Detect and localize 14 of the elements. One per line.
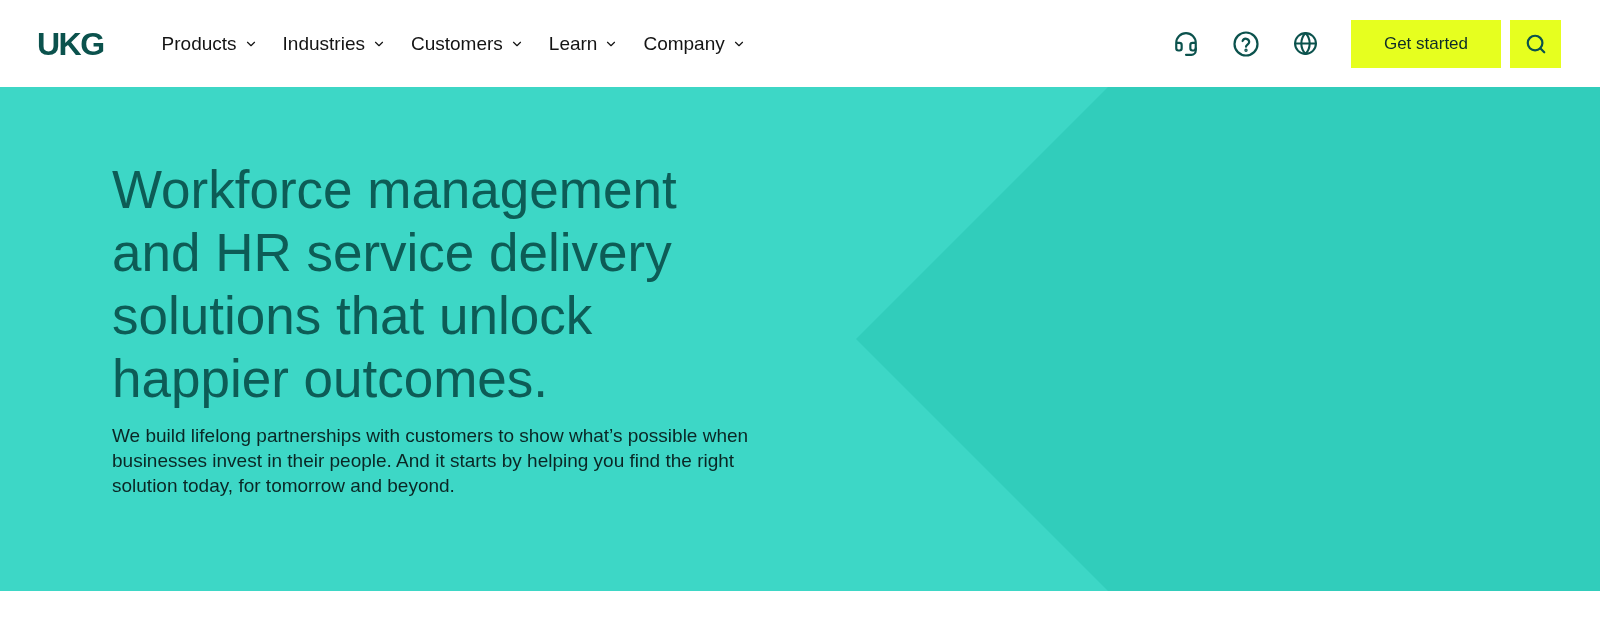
- search-button[interactable]: [1510, 19, 1561, 68]
- logo[interactable]: UKG: [37, 27, 104, 60]
- search-icon: [1524, 32, 1547, 55]
- nav-menu-item[interactable]: Learn: [548, 28, 619, 59]
- globe-icon[interactable]: [1293, 31, 1318, 56]
- nav-menu-item[interactable]: Industries: [282, 28, 386, 59]
- get-started-button[interactable]: Get started: [1351, 19, 1501, 68]
- nav-menu-item[interactable]: Company: [643, 28, 746, 59]
- nav-menu-item[interactable]: Customers: [410, 28, 524, 59]
- help-icon[interactable]: [1233, 30, 1259, 57]
- nav-menu-item[interactable]: Products: [161, 28, 258, 59]
- hero-description: We build lifelong partnerships with customers to show what’s possible when businesses invest in their people. And it starts by helping you find the right solution today, for tomorrow and beyond.: [112, 424, 750, 498]
- headset-icon[interactable]: [1173, 30, 1199, 57]
- hero-heading: Workforce management and HR service delivery solutions that unlock happier outcomes.: [112, 159, 678, 410]
